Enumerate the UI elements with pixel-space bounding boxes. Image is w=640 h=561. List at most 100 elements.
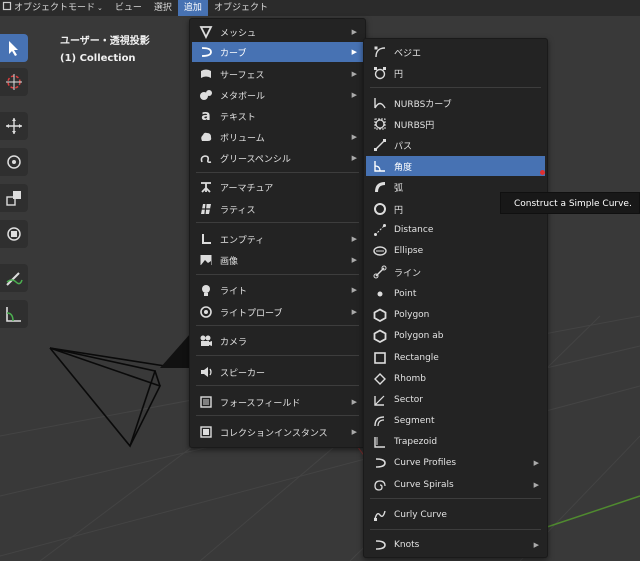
curve-item-distance[interactable]: Distance <box>366 220 545 240</box>
add-menu-item-grease-pencil[interactable]: グリースペンシル ▶ <box>192 148 363 168</box>
add-menu-item-force-field[interactable]: フォースフィールド ▶ <box>192 392 363 412</box>
submenu-arrow-icon: ▶ <box>351 48 357 56</box>
move-tool-button[interactable] <box>0 112 28 140</box>
transform-icon <box>7 227 21 241</box>
image-icon <box>198 252 214 268</box>
add-menu-item-armature[interactable]: アーマチュア <box>192 177 363 197</box>
light-icon <box>198 282 214 298</box>
curve-item-curve-profiles[interactable]: Curve Profiles ▶ <box>366 453 545 473</box>
polygon-ab-icon <box>372 328 388 344</box>
add-menu-item-light-probe[interactable]: ライトプローブ ▶ <box>192 302 363 322</box>
curve-item-bezier[interactable]: ベジエ <box>366 42 545 62</box>
curve-item-nurbs-circle[interactable]: NURBS円 <box>366 114 545 134</box>
submenu-arrow-icon: ▶ <box>351 308 357 316</box>
bezier-icon <box>372 44 388 60</box>
annotate-tool-button[interactable] <box>0 264 28 292</box>
submenu-arrow-icon: ▶ <box>351 133 357 141</box>
submenu-arrow-icon: ▶ <box>351 91 357 99</box>
menu-object[interactable]: オブジェクト <box>208 0 274 16</box>
curve-item-angle[interactable]: 角度 <box>366 156 545 176</box>
add-menu-item-volume[interactable]: ボリューム ▶ <box>192 127 363 147</box>
add-menu-item-text[interactable]: a テキスト <box>192 106 363 126</box>
menu-item-label: Point <box>394 289 417 299</box>
cursor-tool-button[interactable] <box>0 68 28 96</box>
add-menu-item-camera[interactable]: カメラ <box>192 331 363 351</box>
curve-item-curly-curve[interactable]: Curly Curve <box>366 505 545 525</box>
knots-icon <box>372 537 388 553</box>
camera-icon <box>198 333 214 349</box>
annotate-icon <box>6 272 23 286</box>
menu-add[interactable]: 追加 <box>177 0 208 16</box>
add-menu-item-surface[interactable]: サーフェス ▶ <box>192 64 363 84</box>
segment-icon <box>372 413 388 429</box>
submenu-arrow-icon: ▶ <box>351 28 357 36</box>
rotate-icon <box>7 155 21 169</box>
add-menu-item-speaker[interactable]: スピーカー <box>192 362 363 382</box>
menu-separator <box>370 529 541 530</box>
menu-item-label: アーマチュア <box>220 183 274 194</box>
curve-item-line[interactable]: ライン <box>366 262 545 282</box>
add-menu-item-empty[interactable]: エンプティ ▶ <box>192 229 363 249</box>
scale-icon <box>6 191 21 206</box>
curve-item-rhomb[interactable]: Rhomb <box>366 369 545 389</box>
menu-item-label: エンプティ <box>220 235 265 246</box>
add-menu-item-light[interactable]: ライト ▶ <box>192 280 363 300</box>
menu-separator <box>370 498 541 499</box>
select-tool-button[interactable] <box>0 34 28 62</box>
force-field-icon <box>198 394 214 410</box>
curve-item-polygon[interactable]: Polygon <box>366 305 545 325</box>
angle-icon <box>372 158 388 174</box>
curve-item-nurbs-curve[interactable]: NURBSカーブ <box>366 93 545 113</box>
menu-separator <box>196 172 359 173</box>
curve-item-trapezoid[interactable]: Trapezoid <box>366 432 545 452</box>
curve-item-sector[interactable]: Sector <box>366 390 545 410</box>
mesh-icon <box>198 24 214 40</box>
add-menu-item-image[interactable]: 画像 ▶ <box>192 250 363 270</box>
view-name: ユーザー・透視投影 <box>60 36 150 47</box>
ellipse-icon <box>372 243 388 259</box>
scale-tool-button[interactable] <box>0 184 28 212</box>
light-probe-icon <box>198 304 214 320</box>
submenu-arrow-icon: ▶ <box>351 70 357 78</box>
curve-item-circle[interactable]: 円 <box>366 63 545 83</box>
curve-profiles-icon <box>372 455 388 471</box>
submenu-arrow-icon: ▶ <box>351 235 357 243</box>
menu-view[interactable]: ビュー <box>109 0 148 16</box>
add-menu-item-curve[interactable]: カーブ ▶ <box>192 42 363 62</box>
rotate-tool-button[interactable] <box>0 148 28 176</box>
add-menu-item-collection-instance[interactable]: コレクションインスタンス ▶ <box>192 422 363 442</box>
menu-item-label: Rhomb <box>394 374 426 384</box>
move-icon <box>6 118 22 134</box>
curve-item-segment[interactable]: Segment <box>366 411 545 431</box>
curve-item-polygon-ab[interactable]: Polygon ab <box>366 326 545 346</box>
object-mode-icon <box>2 1 12 11</box>
menu-select[interactable]: 選択 <box>148 0 178 16</box>
curve-item-knots[interactable]: Knots ▶ <box>366 535 545 555</box>
submenu-arrow-icon: ▶ <box>351 398 357 406</box>
add-menu-item-lattice[interactable]: ラティス <box>192 199 363 219</box>
menu-item-label: 円 <box>394 205 404 216</box>
menu-separator <box>370 87 541 88</box>
mode-selector[interactable]: オブジェクトモード ⌄ <box>0 0 109 16</box>
tooltip: Construct a Simple Curve. <box>500 192 640 214</box>
menu-item-label: 画像 <box>220 256 239 267</box>
menu-item-label: コレクションインスタンス <box>220 428 328 439</box>
curve-item-curve-spirals[interactable]: Curve Spirals ▶ <box>366 475 545 495</box>
menu-item-label: フォースフィールド <box>220 398 301 409</box>
submenu-arrow-icon: ▶ <box>533 481 539 489</box>
menu-item-label: ラティス <box>220 205 256 216</box>
add-menu-item-metaball[interactable]: メタボール ▶ <box>192 85 363 105</box>
menu-item-label: Curve Profiles <box>394 458 457 468</box>
curve-item-path[interactable]: パス <box>366 135 545 155</box>
menu-item-label: ライトプローブ <box>220 308 283 319</box>
curve-item-rectangle[interactable]: Rectangle <box>366 348 545 368</box>
menu-item-label: テキスト <box>220 112 256 123</box>
curve-item-point[interactable]: Point <box>366 284 545 304</box>
nurbs-curve-icon <box>372 95 388 111</box>
curve-item-ellipse[interactable]: Ellipse <box>366 241 545 261</box>
add-menu-item-mesh[interactable]: メッシュ ▶ <box>192 22 363 42</box>
cursor-arrow-icon <box>9 41 18 56</box>
transform-tool-button[interactable] <box>0 220 28 248</box>
distance-icon <box>372 222 388 238</box>
measure-tool-button[interactable] <box>0 300 28 328</box>
